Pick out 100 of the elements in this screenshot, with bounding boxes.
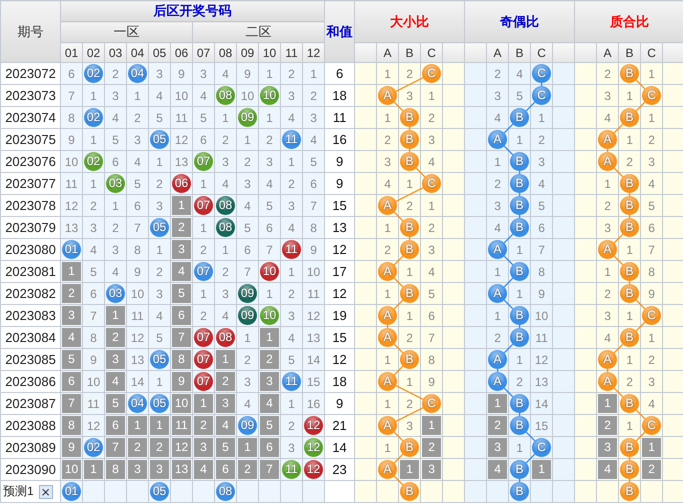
- table-cell: 3: [280, 436, 302, 458]
- table-cell: 10: [302, 260, 325, 282]
- number-ball: B: [620, 460, 640, 479]
- table-cell: 1: [420, 84, 443, 106]
- number-ball: B: [510, 196, 530, 215]
- number-ball: 02: [84, 108, 103, 127]
- streak-cell: 2: [194, 416, 213, 435]
- number-ball: 07: [194, 262, 213, 281]
- number-ball[interactable]: 08: [216, 482, 235, 501]
- number-ball[interactable]: 01: [62, 482, 81, 501]
- streak-cell: 4: [106, 372, 125, 391]
- number-ball[interactable]: 05: [150, 482, 169, 501]
- sum-cell: 9: [324, 392, 355, 414]
- table-cell: 1: [508, 238, 531, 260]
- table-cell: 3: [148, 282, 170, 304]
- number-ball: C: [422, 64, 442, 83]
- table-cell: 1: [640, 62, 663, 84]
- streak-cell: 4: [260, 394, 279, 413]
- table-cell: 8: [126, 238, 148, 260]
- sum-cell: 13: [324, 216, 355, 238]
- streak-cell: 4: [172, 262, 191, 281]
- period-cell: 2023073: [0, 84, 60, 106]
- table-cell: 1: [618, 348, 641, 370]
- streak-cell: 2: [128, 438, 147, 457]
- column-header: 08: [214, 42, 236, 62]
- table-cell: 15: [302, 370, 325, 392]
- table-cell: 5: [302, 150, 325, 172]
- table-cell: 1: [148, 238, 170, 260]
- table-cell: 1: [618, 238, 641, 260]
- table-cell: 8: [302, 216, 325, 238]
- number-ball: 09: [238, 284, 257, 303]
- streak-cell: 8: [62, 416, 81, 435]
- table-cell: 9: [530, 282, 553, 304]
- table-cell: 8: [60, 106, 82, 128]
- column-header: 二区: [192, 22, 325, 42]
- table-cell: 1: [192, 216, 214, 238]
- table-cell: 12: [170, 128, 192, 150]
- table-cell: 12: [302, 304, 325, 326]
- table-cell: 1: [420, 194, 443, 216]
- table-cell: 7: [236, 260, 258, 282]
- column-header: 11: [280, 42, 302, 62]
- number-ball: A: [598, 372, 618, 391]
- number-ball: B: [510, 262, 530, 281]
- table-cell: 7: [302, 194, 325, 216]
- period-cell: 2023080: [0, 238, 60, 260]
- table-cell: 1: [618, 304, 641, 326]
- streak-cell: 3: [62, 306, 81, 325]
- table-cell: 5: [82, 260, 104, 282]
- sum-cell: 9: [324, 172, 355, 194]
- table-cell: 4: [486, 216, 509, 238]
- number-ball: A: [598, 130, 618, 149]
- table-cell: 4: [104, 106, 126, 128]
- period-cell: 2023078: [0, 194, 60, 216]
- table-cell: 2: [486, 326, 509, 348]
- number-ball: B: [620, 174, 640, 193]
- table-cell: 2: [126, 106, 148, 128]
- period-cell: 2023083: [0, 304, 60, 326]
- table-cell: 9: [82, 348, 104, 370]
- number-ball: 02: [84, 64, 103, 83]
- streak-cell: 9: [62, 438, 81, 457]
- number-ball: 10: [260, 306, 279, 325]
- table-cell: 1: [618, 414, 641, 436]
- table-cell: 5: [508, 84, 531, 106]
- table-cell: 4: [148, 84, 170, 106]
- table-cell: 3: [104, 84, 126, 106]
- number-ball: C: [532, 64, 552, 83]
- column-header: 02: [82, 42, 104, 62]
- close-button[interactable]: ×: [38, 484, 53, 498]
- table-cell: 3: [214, 150, 236, 172]
- period-cell: 2023072: [0, 62, 60, 84]
- table-cell: 1: [104, 194, 126, 216]
- table-cell: 2: [486, 172, 509, 194]
- streak-cell: 1: [400, 460, 420, 479]
- table-cell: 2: [398, 326, 421, 348]
- number-ball: C: [422, 174, 442, 193]
- table-cell: 9: [60, 128, 82, 150]
- number-ball: B: [510, 328, 530, 347]
- table-cell: 1: [376, 392, 399, 414]
- table-cell: 1: [82, 128, 104, 150]
- streak-cell: 4: [194, 460, 213, 479]
- number-ball: 09: [238, 306, 257, 325]
- number-ball: C: [642, 416, 662, 435]
- column-header: B: [508, 42, 531, 62]
- streak-cell: 3: [172, 240, 191, 259]
- sum-cell: 23: [324, 458, 355, 480]
- table-cell: 10: [236, 84, 258, 106]
- row-label: 预测1: [3, 483, 34, 500]
- streak-cell: 3: [488, 438, 508, 457]
- streak-cell: 1: [128, 416, 147, 435]
- table-cell: 3: [214, 282, 236, 304]
- table-cell: 9: [420, 370, 443, 392]
- table-cell: 2: [280, 282, 302, 304]
- table-cell: 4: [640, 172, 663, 194]
- table-cell: 3: [236, 370, 258, 392]
- number-ball: A: [378, 196, 398, 215]
- number-ball: 04: [128, 64, 147, 83]
- number-ball: B: [510, 416, 530, 435]
- table-cell: 2: [214, 260, 236, 282]
- number-ball: B: [620, 196, 640, 215]
- streak-cell: 1: [598, 394, 618, 413]
